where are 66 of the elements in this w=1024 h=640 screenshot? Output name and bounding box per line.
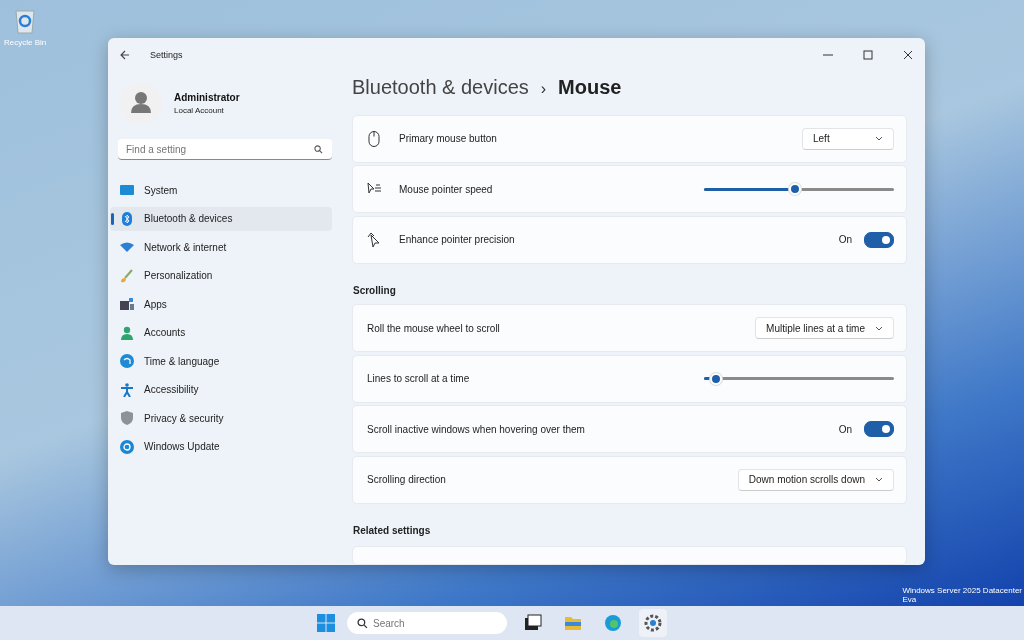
settings-search-field[interactable]: Find a setting	[118, 139, 332, 160]
mouse-icon	[367, 130, 381, 147]
setting-label: Scrolling direction	[367, 474, 446, 485]
sidebar-item[interactable]: Personalization	[110, 263, 332, 288]
monitor-icon	[120, 183, 134, 197]
wifi-icon	[120, 240, 134, 254]
window-title: Settings	[150, 50, 183, 60]
apps-icon	[120, 297, 134, 311]
setting-label: Enhance pointer precision	[399, 234, 515, 245]
chevron-down-icon	[875, 477, 883, 482]
section-heading: Related settings	[352, 523, 432, 538]
bluetooth-icon	[120, 211, 134, 226]
dropdown[interactable]: Down motion scrolls down	[737, 468, 894, 491]
setting-label: Primary mouse button	[399, 133, 497, 144]
desktop-icon-label: Recycle Bin	[4, 38, 47, 47]
sidebar-item[interactable]: Time & language	[110, 349, 332, 373]
dropdown[interactable]: Left	[802, 127, 894, 150]
update-icon	[120, 439, 134, 454]
accessibility-icon	[120, 382, 134, 397]
setting-label: Roll the mouse wheel to scroll	[367, 322, 500, 334]
sidebar-item[interactable]: Bluetooth & devices	[110, 206, 332, 231]
maximize-icon[interactable]	[863, 50, 873, 60]
search-icon	[314, 145, 323, 154]
section-heading: Scrolling	[352, 283, 397, 298]
account-name: Administrator	[174, 91, 240, 103]
dropdown[interactable]: Multiple lines at a time	[755, 317, 894, 339]
setting-label: Scroll inactive windows when hovering over them	[367, 423, 585, 435]
avatar-icon	[120, 82, 162, 124]
setting-label: Lines to scroll at a time	[367, 373, 470, 384]
recycle-bin-icon[interactable]	[13, 8, 38, 34]
settings-icon	[644, 614, 662, 632]
back-arrow-icon[interactable]	[120, 50, 130, 60]
toggle-state-text: On	[838, 234, 852, 245]
sidebar-item[interactable]: Network & internet	[110, 235, 332, 259]
toggle-state-text: On	[838, 423, 852, 435]
chevron-down-icon	[875, 325, 883, 331]
sidebar-item[interactable]: Privacy & security	[110, 406, 332, 430]
close-icon[interactable]	[903, 50, 913, 60]
start-icon[interactable]	[317, 614, 335, 632]
desktop-watermark-text: Windows Server 2025 Datacenter	[902, 586, 1022, 595]
pointer-arrows-icon	[367, 231, 381, 248]
toggle-switch[interactable]	[864, 231, 894, 248]
slider[interactable]	[704, 182, 894, 196]
breadcrumb-separator: ›	[540, 80, 547, 98]
sidebar-item[interactable]: Accessibility	[110, 377, 332, 402]
slider[interactable]	[704, 371, 894, 386]
page-title: Mouse	[558, 76, 622, 99]
toggle-switch[interactable]	[864, 421, 894, 437]
setting-label: Mouse pointer speed	[399, 183, 493, 195]
sidebar-item[interactable]: System	[110, 178, 332, 202]
browser-icon	[604, 614, 622, 632]
chevron-down-icon	[875, 136, 883, 141]
sidebar-item[interactable]: Accounts	[110, 320, 332, 345]
brush-icon	[120, 268, 134, 283]
account-type: Local Account	[174, 105, 225, 115]
taskbar-search-field[interactable]: Search	[347, 612, 507, 634]
person-icon	[120, 325, 134, 340]
folder-icon	[564, 614, 582, 632]
sidebar-item[interactable]: Windows Update	[110, 434, 332, 459]
shield-icon	[120, 411, 134, 425]
windows-stack-icon	[524, 614, 542, 632]
taskbar-app[interactable]	[639, 609, 667, 637]
breadcrumb-parent[interactable]: Bluetooth & devices	[352, 76, 529, 99]
sidebar-item[interactable]: Apps	[110, 292, 332, 316]
desktop-watermark-text: Eva	[902, 595, 917, 604]
globe-icon	[120, 354, 134, 368]
